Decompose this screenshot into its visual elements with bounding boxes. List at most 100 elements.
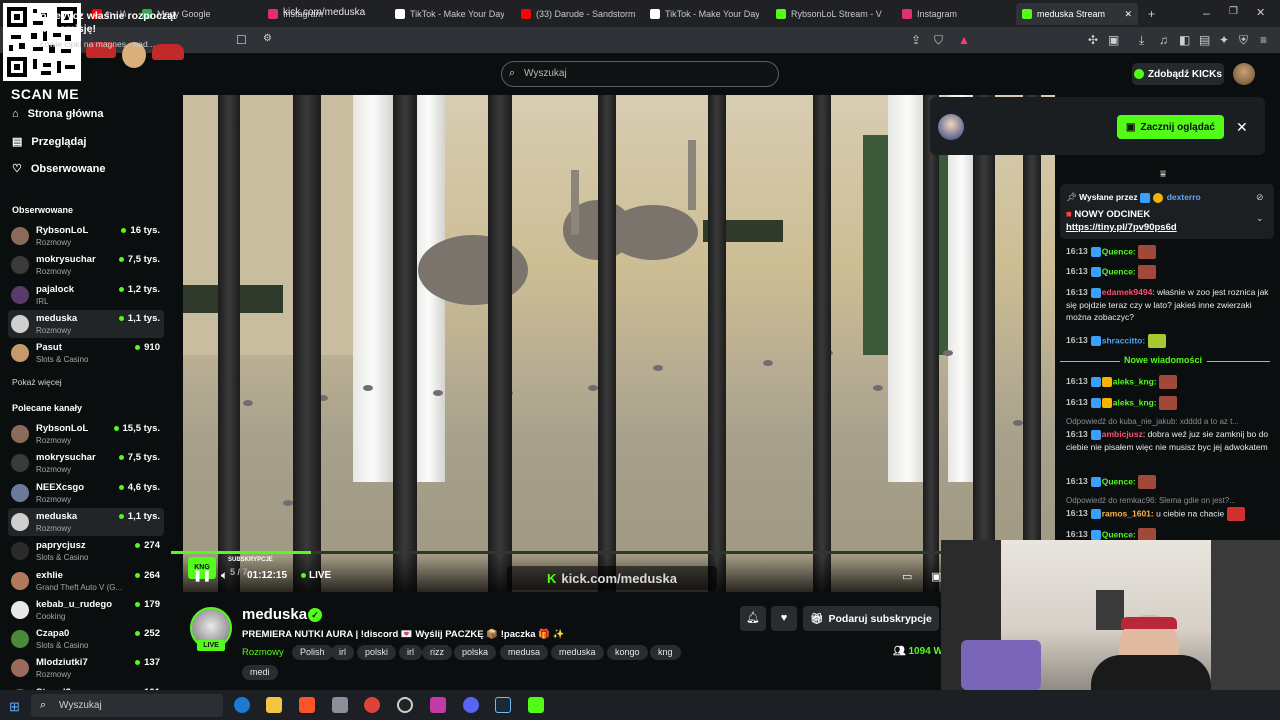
download-icon[interactable]: ⤓ <box>1139 33 1144 48</box>
app-icon[interactable] <box>332 697 348 713</box>
message-username[interactable]: Quence: <box>1102 246 1136 256</box>
notification-bell-button[interactable]: 🔔︎ <box>740 606 766 631</box>
shield-icon[interactable]: ⛉ <box>934 33 943 48</box>
url-field[interactable]: kick.com/meduska <box>283 7 365 18</box>
nav-home[interactable]: ⌂ Strona główna <box>12 108 103 120</box>
get-kicks-button[interactable]: Zdobądź KICKs <box>1132 63 1224 85</box>
stream-tag[interactable]: rizz <box>422 645 452 660</box>
close-icon[interactable]: ✕ <box>1236 119 1248 136</box>
wallet-icon[interactable]: ▤ <box>1199 33 1210 47</box>
taskbar-search[interactable]: Wyszukaj <box>31 694 223 717</box>
steam-icon[interactable] <box>495 697 511 713</box>
user-avatar[interactable] <box>1233 63 1255 85</box>
browser-tab[interactable]: RybsonLoL Stream - V <box>770 3 885 25</box>
reply-context[interactable]: Odpowiedź do remkac96: Slema gdie on jes… <box>1066 496 1236 505</box>
stream-category[interactable]: Rozmowy <box>242 647 284 658</box>
edge-icon[interactable] <box>234 697 250 713</box>
sidebar-channel[interactable]: Mlodziutki7 Rozmowy 137 <box>8 654 164 682</box>
streamer-name[interactable]: meduska <box>242 606 307 623</box>
rewards-icon[interactable]: ▲ <box>958 33 970 47</box>
sidebar-channel[interactable]: pajalock IRL 1,2 tys. <box>8 281 164 309</box>
stream-tag[interactable]: irl <box>399 645 422 660</box>
windows-start-icon[interactable]: ⊞ <box>9 699 20 715</box>
message-username[interactable]: ambicjusz <box>1102 429 1143 439</box>
stream-tag[interactable]: medusa <box>500 645 549 660</box>
file-explorer-icon[interactable] <box>266 697 282 713</box>
pinned-link[interactable]: https://tiny.pl/7pv90ps6d <box>1066 222 1177 233</box>
new-tab-button[interactable]: + <box>1148 7 1155 21</box>
start-watching-button[interactable]: ▣ Zacznij oglądać <box>1117 115 1224 139</box>
chevron-down-icon[interactable]: ⌄ <box>1256 213 1264 224</box>
follow-button[interactable]: ♥ <box>771 606 797 631</box>
stream-tag[interactable]: polska <box>454 645 497 660</box>
sidebar-channel[interactable]: RybsonLoL Rozmowy 15,5 tys. <box>8 420 164 448</box>
discord-icon[interactable] <box>463 697 479 713</box>
browser-tab[interactable]: Instagram <box>896 3 1006 25</box>
stream-tag[interactable]: kongo <box>607 645 648 660</box>
sidebar-channel[interactable]: kebab_u_rudego Cooking 179 <box>8 596 164 624</box>
video-player[interactable] <box>183 95 1055 592</box>
menu-icon[interactable]: ≡ <box>1260 33 1267 47</box>
vpn-icon[interactable]: ⛨ <box>1239 33 1248 48</box>
search-input[interactable]: Wyszukaj <box>501 61 779 87</box>
filter-icon[interactable]: ⩸ <box>1160 169 1166 180</box>
brave-icon[interactable] <box>299 697 315 713</box>
tab-label: TikTok - Make Your Day <box>665 9 759 19</box>
nav-following[interactable]: ♡ Obserwowane <box>12 162 105 176</box>
message-username[interactable]: shraccitto: <box>1102 335 1145 345</box>
theater-mode-icon[interactable]: ▭ <box>902 570 912 583</box>
maximize-icon[interactable]: ❐ <box>1229 6 1238 17</box>
unpin-icon[interactable]: ⊘ <box>1256 192 1264 203</box>
tab-search-icon[interactable]: ▣ <box>1108 33 1119 47</box>
message-username[interactable]: Quence: <box>1102 529 1136 539</box>
sidebar-channel[interactable]: paprycjusz Slots & Casino 274 <box>8 537 164 565</box>
pinned-by-user[interactable]: dexterro <box>1167 192 1201 202</box>
browser-tab[interactable]: TikTok - Make Your Day <box>389 3 504 25</box>
stream-tag[interactable]: irl <box>331 645 354 660</box>
media-icon[interactable]: ♫ <box>1159 33 1168 47</box>
chrome-icon[interactable] <box>364 697 380 713</box>
sidebar-channel[interactable]: meduska Rozmowy 1,1 tys. <box>8 309 164 338</box>
reply-context[interactable]: Odpowiedź do kuba_nie_jakub: xdddd a to … <box>1066 417 1239 426</box>
browser-tab[interactable]: meduska Stream ✕ <box>1016 3 1138 25</box>
site-settings-icon[interactable]: ⚙ <box>263 33 272 44</box>
pause-icon[interactable]: ❚❚ <box>193 569 211 582</box>
stream-tag[interactable]: polski <box>357 645 397 660</box>
message-username[interactable]: aleks_kng: <box>1113 397 1157 407</box>
message-username[interactable]: ramos_1601: <box>1102 508 1154 518</box>
leo-icon[interactable]: ✦ <box>1219 33 1229 47</box>
browser-tab[interactable]: TikTok - Make Your Day <box>644 3 759 25</box>
bookmark-icon[interactable]: ☐ <box>236 33 247 47</box>
close-tab-icon[interactable]: ✕ <box>1124 9 1132 20</box>
sidebar-channel[interactable]: mokrysuchar Rozmowy 7,5 tys. <box>8 251 164 279</box>
message-username[interactable]: Quence: <box>1102 476 1136 486</box>
stream-tag[interactable]: kng <box>650 645 681 660</box>
show-more-link[interactable]: Pokaż więcej <box>12 377 62 387</box>
gift-subs-button[interactable]: 🎁︎ Podaruj subskrypcje <box>803 606 939 631</box>
stream-tag[interactable]: medi <box>242 665 278 680</box>
minimize-icon[interactable]: – <box>1203 6 1210 20</box>
message-username[interactable]: edamek9494 <box>1102 287 1153 297</box>
stream-tag[interactable]: meduska <box>551 645 604 660</box>
sidebar-channel[interactable]: RybsonLoL Rozmowy 16 tys. <box>8 222 164 250</box>
stream-tag[interactable]: Polish <box>292 645 333 660</box>
message-username[interactable]: aleks_kng: <box>1113 376 1157 386</box>
sidebar-toggle-icon[interactable]: ◧ <box>1179 33 1190 47</box>
nav-browse[interactable]: ▤ Przeglądaj <box>12 135 86 149</box>
volume-icon[interactable]: 🔈︎ <box>221 568 228 583</box>
sidebar-channel[interactable]: meduska Rozmowy 1,1 tys. <box>8 507 164 536</box>
sidebar-channel[interactable]: NEEXcsgo Rozmowy 4,6 tys. <box>8 479 164 507</box>
close-window-icon[interactable]: ✕ <box>1256 6 1265 19</box>
sidebar-channel[interactable]: exhlie Grand Theft Auto V (G... 264 <box>8 567 164 595</box>
obs-icon[interactable] <box>397 697 413 713</box>
kick-app-icon[interactable] <box>528 697 544 713</box>
share-icon[interactable]: ⇪ <box>911 33 921 47</box>
browser-tab[interactable]: (33) Darude - Sandstorm <box>515 3 635 25</box>
pip-icon[interactable]: ▣ <box>931 570 941 583</box>
extensions-icon[interactable]: ✣ <box>1088 33 1098 47</box>
app-icon[interactable] <box>430 697 446 713</box>
message-username[interactable]: Quence: <box>1102 266 1136 276</box>
sidebar-channel[interactable]: Pasut Slots & Casino 910 <box>8 339 164 367</box>
sidebar-channel[interactable]: Czapa0 Slots & Casino 252 <box>8 625 164 653</box>
sidebar-channel[interactable]: mokrysuchar Rozmowy 7,5 tys. <box>8 449 164 477</box>
